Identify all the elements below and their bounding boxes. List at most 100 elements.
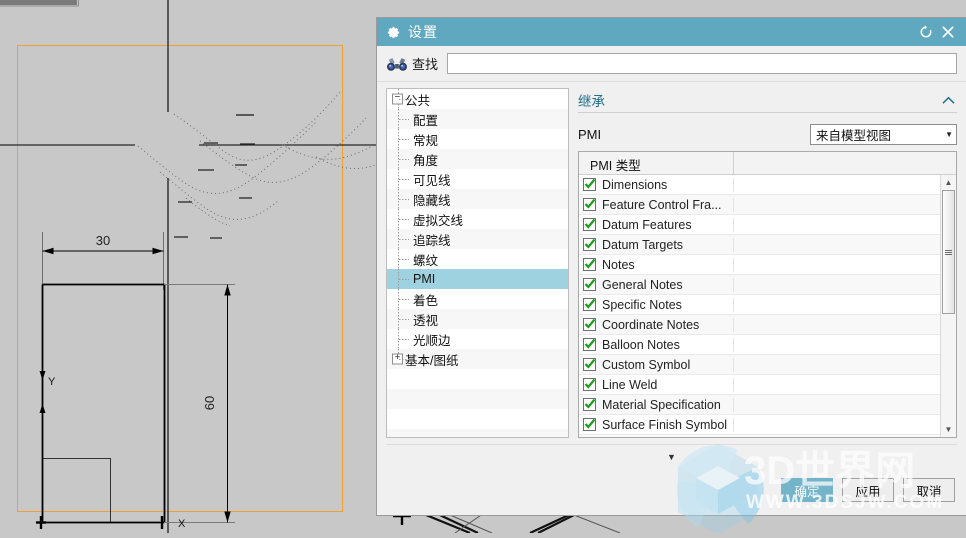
pmi-source-value: 来自模型视图 [816,128,892,143]
pmi-type-grid[interactable]: PMI 类型 Dimensions Feature Control Fra...… [578,151,957,438]
tree-dash [399,339,409,340]
grid-cell-type[interactable]: Material Specification [579,397,734,412]
grid-cell-type[interactable]: Notes [579,257,734,272]
section-header[interactable]: 继承 [578,88,957,112]
search-bar: 查找 [377,46,966,82]
tree-item-label: 着色 [413,293,439,308]
checkbox-checked-icon[interactable] [583,318,596,331]
grid-cell-label: Line Weld [602,377,658,392]
table-row[interactable]: Datum Targets [579,235,940,255]
table-row[interactable]: Material Specification [579,395,940,415]
table-row[interactable]: Custom Symbol [579,355,940,375]
tree-item-pmi[interactable]: PMI [387,269,568,289]
checkbox-checked-icon[interactable] [583,418,596,431]
checkbox-checked-icon[interactable] [583,398,596,411]
checkbox-checked-icon[interactable] [583,178,596,191]
checkbox-checked-icon[interactable] [583,298,596,311]
scrollbar-thumb[interactable] [942,190,955,314]
checkbox-checked-icon[interactable] [583,258,596,271]
tree-item-changgui[interactable]: 常规 [387,129,568,149]
triangle-up-icon[interactable]: ▲ [941,175,956,190]
grid-cell-type[interactable]: Datum Targets [579,237,734,252]
table-row-partial[interactable] [579,435,940,437]
table-row[interactable]: Surface Finish Symbol [579,415,940,435]
table-row[interactable]: Specific Notes [579,295,940,315]
table-row[interactable]: Line Weld [579,375,940,395]
tree-dash [399,359,409,360]
table-row[interactable]: Feature Control Fra... [579,195,940,215]
tree-item-jiaodu[interactable]: 角度 [387,149,568,169]
grid-cell-type[interactable]: Dimensions [579,177,734,192]
apply-button[interactable]: 应用 [842,478,894,502]
grid-cell-type[interactable]: Custom Symbol [579,357,734,372]
checkbox-checked-icon[interactable] [583,358,596,371]
table-row[interactable]: Datum Features [579,215,940,235]
search-input[interactable] [447,53,957,74]
tree-item-xunijiaoxian[interactable]: 虚拟交线 [387,209,568,229]
chevron-up-icon[interactable] [942,93,955,108]
tree-item-label: 隐藏线 [413,193,451,208]
cancel-button[interactable]: 取消 [903,478,955,502]
tree-item-yincangxian[interactable]: 隐藏线 [387,189,568,209]
grid-cell-label: Material Specification [602,397,721,412]
tree-item-luowen[interactable]: 螺纹 [387,249,568,269]
tree-item-gonggong[interactable]: − 公共 [387,89,568,109]
grid-cell-label: Notes [602,257,635,272]
grid-cell-label: Custom Symbol [602,357,691,372]
grid-cell-type[interactable]: Line Weld [579,377,734,392]
reset-icon[interactable] [915,19,937,45]
tree-item-kejianxian[interactable]: 可见线 [387,169,568,189]
table-row[interactable]: General Notes [579,275,940,295]
svg-text:X: X [178,518,186,530]
grid-cell-type[interactable]: Datum Features [579,217,734,232]
grid-vertical-scrollbar[interactable]: ▲ ▼ [940,175,956,437]
grid-cell-type[interactable]: General Notes [579,277,734,292]
grid-scroll-area: Dimensions Feature Control Fra... Datum … [579,175,956,437]
tree-item-toushi[interactable]: 透视 [387,309,568,329]
section-divider [578,112,957,113]
grid-cell-type[interactable]: Feature Control Fra... [579,197,734,212]
checkbox-checked-icon[interactable] [583,378,596,391]
checkbox-checked-icon[interactable] [583,218,596,231]
checkbox-checked-icon[interactable] [583,238,596,251]
grip-icon [945,249,952,255]
grid-cell-label: Coordinate Notes [602,317,700,332]
search-label: 查找 [412,57,439,72]
tree-item-label: 基本/图纸 [405,353,459,368]
table-row[interactable]: Coordinate Notes [579,315,940,335]
checkbox-checked-icon[interactable] [583,278,596,291]
tree-dash [399,239,409,240]
table-row[interactable]: Dimensions [579,175,940,195]
grid-cell-label: Datum Targets [602,237,684,252]
tree-item-peizhi[interactable]: 配置 [387,109,568,129]
settings-dialog[interactable]: 设置 查找 − 公共 配置 常规 角度 可见线 隐藏线 虚拟交线 追踪线 螺纹 … [377,18,966,515]
tree-item-label: PMI [413,272,436,286]
tree-item-jiben-tuzhi[interactable]: + 基本/图纸 [387,349,568,369]
close-icon[interactable] [937,19,959,45]
tree-dash [399,199,409,200]
tree-item-label: 螺纹 [413,253,439,268]
table-row[interactable]: Balloon Notes [579,335,940,355]
collapse-bar[interactable]: ▼ [386,444,957,465]
ok-button[interactable]: 确定 [781,478,833,502]
pmi-source-dropdown[interactable]: 来自模型视图 ▼ [810,123,957,145]
tree-dash [399,159,409,160]
tree-item-guangshunbian[interactable]: 光顺边 [387,329,568,349]
dialog-titlebar[interactable]: 设置 [377,18,966,46]
grid-cell-type[interactable]: Specific Notes [579,297,734,312]
grid-header-row: PMI 类型 [579,152,956,175]
checkbox-checked-icon[interactable] [583,198,596,211]
checkbox-checked-icon[interactable] [583,338,596,351]
scrollbar-track[interactable] [941,190,956,422]
tree-item-zhuizongxian[interactable]: 追踪线 [387,229,568,249]
grid-cell-type[interactable]: Surface Finish Symbol [579,417,734,432]
grid-cell-type[interactable]: Balloon Notes [579,337,734,352]
section-title: 继承 [578,94,605,109]
settings-tree[interactable]: − 公共 配置 常规 角度 可见线 隐藏线 虚拟交线 追踪线 螺纹 PMI 着色… [386,88,569,438]
table-row[interactable]: Notes [579,255,940,275]
triangle-down-icon[interactable]: ▼ [941,422,956,437]
grid-cell-type[interactable]: Coordinate Notes [579,317,734,332]
chevron-down-icon[interactable]: ▼ [667,452,676,462]
chevron-down-icon[interactable]: ▼ [941,130,953,139]
tree-item-zhuose[interactable]: 着色 [387,289,568,309]
